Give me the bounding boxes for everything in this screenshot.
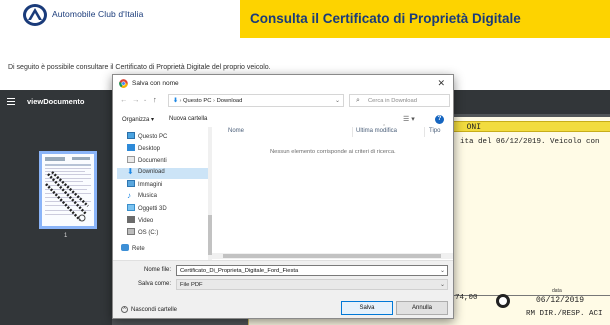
download-folder-small-icon: ⬇ [173,98,178,104]
tree-item-oggetti-3d[interactable]: Oggetti 3D [127,204,207,215]
hide-folders-label: Nascondi cartelle [131,307,178,313]
tree-item-label: Video [138,218,154,224]
chrome-icon [119,79,128,88]
dialog-footer: Nome file: Certificato_Di_Proprieta_Digi… [113,260,453,318]
tree-item-musica[interactable]: ♪ Musica [127,192,207,203]
document-responsible: RM DIR./RESP. ACI [526,310,603,318]
new-folder-button[interactable]: Nuova cartella [169,116,207,122]
column-header-type[interactable]: Tipo [429,128,440,134]
empty-list-message: Nessun elemento corrisponde ai criteri d… [270,149,396,155]
site-header: Automobile Club d'Italia Consulta il Cer… [0,0,610,38]
pc-icon [127,132,135,139]
network-icon [121,244,129,251]
recent-locations-chevron-icon[interactable]: ⌄ [143,97,147,103]
document-date: 06/12/2019 [536,296,585,305]
up-arrow-icon[interactable]: ↑ [153,95,157,104]
aci-logo-icon[interactable] [22,3,48,27]
page-title: Consulta il Certificato di Proprietà Dig… [250,11,521,26]
search-icon: ⌕ [356,97,360,104]
breadcrumb-separator: › [179,98,182,104]
navigation-tree: Questo PC Desktop Documenti ⬇ Download Im… [113,127,209,260]
tree-item-rete[interactable]: Rete [121,244,201,255]
brand-name: Automobile Club d'Italia [52,9,144,19]
tree-item-os-c[interactable]: OS (C:) [127,228,207,239]
tree-item-label: Documenti [138,158,167,164]
filename-value[interactable]: Certificato_Di_Proprieta_Digitale_Ford_F… [180,268,298,274]
pictures-folder-icon [127,180,135,187]
hamburger-menu-icon[interactable] [7,98,15,106]
dialog-titlebar[interactable]: Salva con nome ✕ [113,75,453,93]
view-options-icon[interactable]: ☰ ▾ [403,115,415,123]
chevron-up-icon: ^ [121,306,128,313]
address-path: ⬇ › Questo PC › Download [173,98,242,104]
close-icon[interactable]: ✕ [437,78,445,89]
forward-arrow-icon[interactable]: → [132,95,140,104]
tree-item-label: Questo PC [138,134,168,140]
document-section-title: ONI [466,123,481,132]
intro-text: Di seguito è possibile consultare il Cer… [8,64,271,71]
documents-folder-icon [127,156,135,163]
command-bar: Organizza ▾ Nuova cartella ☰ ▾ ? [113,113,453,127]
savetype-value: File PDF [180,282,203,288]
tree-item-label: Desktop [138,146,161,152]
column-separator[interactable] [352,127,353,137]
tree-item-questo-pc[interactable]: Questo PC [127,132,207,143]
filename-field[interactable]: Certificato_Di_Proprieta_Digitale_Ford_F… [176,265,448,276]
tree-item-video[interactable]: Video [127,216,207,227]
breadcrumb-download[interactable]: Download [217,98,243,104]
search-box[interactable]: ⌕ Cerca in Download [349,94,450,107]
file-list: Nome ⌃ Ultima modifica Tipo Nessun eleme… [212,124,453,260]
column-header-modified[interactable]: Ultima modifica [356,128,397,134]
column-separator[interactable] [424,127,425,137]
tree-item-immagini[interactable]: Immagini [127,180,207,191]
back-arrow-icon[interactable]: ← [120,95,128,104]
address-dropdown-icon[interactable]: ⌄ [335,97,340,104]
savetype-dropdown-icon[interactable]: ⌄ [440,281,445,288]
column-header-name[interactable]: Nome [228,128,244,134]
hide-folders-toggle[interactable]: ^ Nascondi cartelle [121,306,177,313]
document-text-line: ita del 06/12/2019. Veicolo con [460,138,600,146]
page-thumbnail[interactable] [39,151,97,229]
desktop-folder-icon [127,144,135,151]
tree-item-label: Immagini [138,182,163,188]
savetype-label: Salva come: [137,281,171,287]
help-icon[interactable]: ? [435,115,444,124]
viewer-title: viewDocumento [27,97,85,106]
tree-item-label: Download [138,169,165,175]
filename-dropdown-icon[interactable]: ⌄ [440,267,445,274]
document-date-label: data [552,288,562,294]
tree-item-label: OS (C:) [138,230,159,236]
tree-item-documenti[interactable]: Documenti [127,156,207,167]
3d-objects-folder-icon [127,204,135,211]
savetype-select[interactable]: File PDF ⌄ [176,279,448,290]
thumbnail-panel: 1 [0,114,112,325]
thumbnail-page-number: 1 [64,233,68,239]
tree-item-label: Rete [132,246,145,252]
horizontal-scrollbar-thumb[interactable] [223,254,441,258]
tree-item-label: Oggetti 3D [138,206,167,212]
save-as-dialog: Salva con nome ✕ ← → ⌄ ↑ ⬇ › Questo PC ›… [112,74,454,319]
tree-item-desktop[interactable]: Desktop [127,144,207,155]
filename-label: Nome file: [143,267,171,273]
dialog-title: Salva con nome [132,80,179,87]
tree-item-download[interactable]: ⬇ Download [117,168,208,179]
navigation-bar: ← → ⌄ ↑ ⬇ › Questo PC › Download ⌄ ⌕ Cer… [113,93,453,109]
document-amount: 74,00 [455,294,478,302]
cancel-button[interactable]: Annulla [396,301,448,315]
music-folder-icon: ♪ [127,191,131,200]
banner: Consulta il Certificato di Proprietà Dig… [240,0,610,38]
thumbnail-document-icon [42,154,94,226]
drive-icon [127,228,135,235]
search-input[interactable]: Cerca in Download [368,98,417,104]
stamp-icon [496,294,510,308]
breadcrumb-separator: › [213,98,215,104]
breadcrumb-questo-pc[interactable]: Questo PC [183,98,211,104]
download-folder-icon: ⬇ [127,167,134,176]
organize-menu[interactable]: Organizza ▾ [122,116,154,123]
save-button[interactable]: Salva [341,301,393,315]
video-folder-icon [127,216,135,223]
address-bar[interactable]: ⬇ › Questo PC › Download ⌄ [168,94,344,107]
tree-item-label: Musica [138,193,158,199]
